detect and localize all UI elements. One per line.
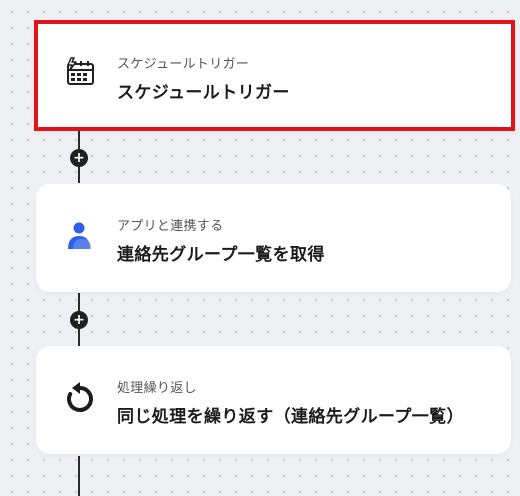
add-step-button[interactable]: + [70, 311, 88, 329]
step-title: スケジュールトリガー [117, 83, 290, 103]
step-title: 連絡先グループ一覧を取得 [117, 245, 325, 265]
schedule-trigger-icon [64, 56, 96, 92]
flow-step-schedule-trigger[interactable]: スケジュールトリガー スケジュールトリガー [34, 20, 515, 131]
loop-icon [64, 380, 96, 416]
person-icon [64, 218, 96, 254]
add-step-button[interactable]: + [70, 149, 88, 167]
step-title: 同じ処理を繰り返す（連絡先グループ一覧） [117, 407, 464, 427]
plus-icon: + [73, 312, 85, 328]
flow-step-loop[interactable]: 処理繰り返し 同じ処理を繰り返す（連絡先グループ一覧） [36, 346, 511, 454]
flow-step-app-integration[interactable]: アプリと連携する 連絡先グループ一覧を取得 [36, 184, 511, 292]
connector-line [78, 456, 80, 496]
step-subtitle: スケジュールトリガー [117, 57, 250, 72]
step-subtitle: アプリと連携する [117, 219, 224, 234]
plus-icon: + [73, 150, 85, 166]
step-subtitle: 処理繰り返し [117, 381, 197, 396]
